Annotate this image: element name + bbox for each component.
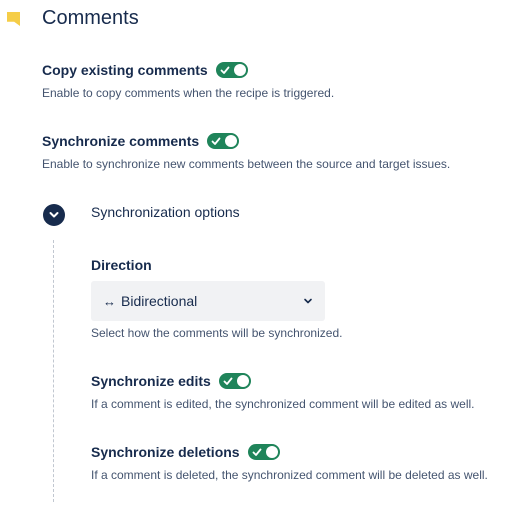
copy-existing-label: Copy existing comments <box>42 62 208 78</box>
toggle-knob <box>233 64 246 76</box>
synchronize-comments-label: Synchronize comments <box>42 133 200 149</box>
synchronize-edits-description: If a comment is edited, the synchronized… <box>91 397 475 411</box>
sync-options-label: Synchronization options <box>91 204 240 220</box>
copy-existing-description: Enable to copy comments when the recipe … <box>42 86 335 100</box>
synchronize-edits-toggle[interactable] <box>218 373 251 389</box>
section-flag-icon <box>7 12 20 26</box>
copy-existing-toggle[interactable] <box>215 62 248 78</box>
sync-options-collapse-button[interactable] <box>43 204 65 226</box>
chevron-down-icon <box>304 298 312 304</box>
bidirectional-arrow-icon: ↔ <box>103 293 116 309</box>
direction-value: Bidirectional <box>121 293 198 309</box>
direction-description: Select how the comments will be synchron… <box>91 326 343 340</box>
check-icon <box>220 66 230 74</box>
check-icon <box>211 137 221 145</box>
check-icon <box>252 448 261 456</box>
check-icon <box>223 377 233 385</box>
direction-label: Direction <box>91 257 152 273</box>
synchronize-edits-row: Synchronize edits <box>91 372 251 390</box>
direction-select[interactable]: ↔ Bidirectional <box>91 281 325 321</box>
synchronize-comments-toggle[interactable] <box>207 133 240 149</box>
synchronize-edits-label: Synchronize edits <box>91 373 211 389</box>
synchronize-deletions-toggle[interactable] <box>247 444 280 460</box>
synchronize-comments-row: Synchronize comments <box>42 132 240 150</box>
synchronize-deletions-description: If a comment is deleted, the synchronize… <box>91 468 488 482</box>
toggle-knob <box>236 375 249 387</box>
chevron-down-icon <box>49 212 59 218</box>
options-indent-guide <box>53 240 54 502</box>
synchronize-deletions-row: Synchronize deletions <box>91 443 280 461</box>
synchronize-deletions-label: Synchronize deletions <box>91 444 240 460</box>
section-title: Comments <box>42 7 139 29</box>
toggle-knob <box>265 446 278 458</box>
synchronize-comments-description: Enable to synchronize new comments betwe… <box>42 157 451 171</box>
toggle-knob <box>225 135 238 147</box>
copy-existing-row: Copy existing comments <box>42 61 248 79</box>
